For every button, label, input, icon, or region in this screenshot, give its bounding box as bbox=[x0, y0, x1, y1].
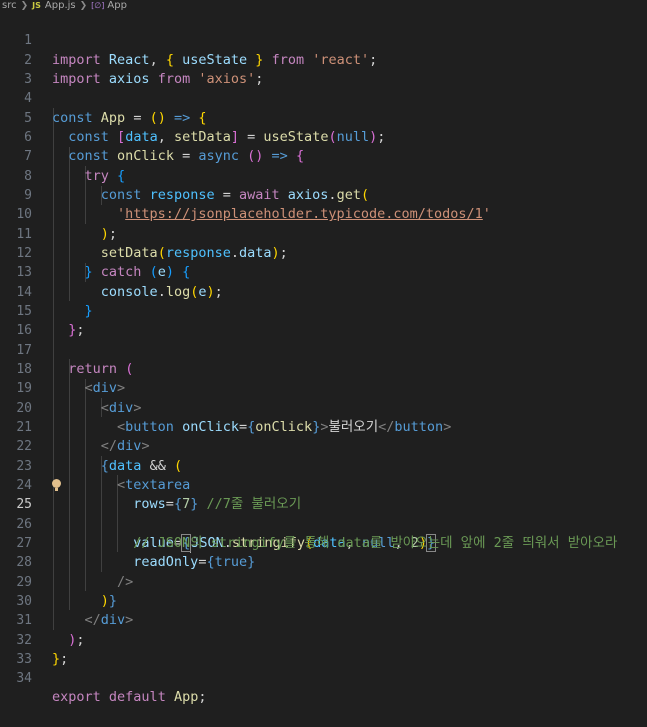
line-number: 34 bbox=[16, 671, 32, 687]
code-line[interactable]: 10 ); bbox=[0, 186, 647, 241]
code-line[interactable]: 17 return ( bbox=[0, 321, 647, 377]
variable-symbol-icon: [∅] bbox=[91, 1, 105, 10]
code-line[interactable]: 21 </div> bbox=[0, 399, 647, 454]
breadcrumb-folder[interactable]: src bbox=[2, 0, 17, 12]
code-line[interactable]: 27 readOnly={true} bbox=[0, 515, 647, 570]
code-line[interactable]: 6 const onClick = async () => { bbox=[0, 109, 647, 164]
code-line[interactable]: 8 const response = await axios.get( bbox=[0, 147, 647, 203]
code-line[interactable]: 13 console.log(e); bbox=[0, 244, 647, 299]
code-line[interactable]: 5 const [data, setData] = useState(null)… bbox=[0, 89, 647, 145]
breadcrumb-file[interactable]: App.js bbox=[45, 0, 76, 12]
code-line[interactable]: 4 const App = () => { bbox=[0, 70, 647, 125]
code-line[interactable]: 7 try { bbox=[0, 128, 647, 183]
code-line[interactable]: 11 setData(response.data); bbox=[0, 205, 647, 261]
code-line[interactable]: 22 {data && ( bbox=[0, 418, 647, 473]
code-line[interactable]: 28 /> bbox=[0, 534, 647, 589]
code-line[interactable]: 18 <div> bbox=[0, 341, 647, 396]
code-line[interactable]: 26 // JSON의 stringify를 통해 data를 받아오는데 앞에… bbox=[0, 495, 647, 551]
code-line[interactable]: 19 <div> bbox=[0, 360, 647, 415]
code-line[interactable]: 20 <button onClick={onClick}>불러오기</butto… bbox=[0, 379, 647, 435]
code-line[interactable]: 9 'https://jsonplaceholder.typicode.com/… bbox=[0, 167, 647, 222]
code-line[interactable]: 12 } catch (e) { bbox=[0, 225, 647, 280]
code-editor[interactable]: 1 import React, { useState } from 'react… bbox=[0, 12, 647, 705]
code-line[interactable]: 1 import React, { useState } from 'react… bbox=[0, 12, 647, 67]
javascript-file-icon: JS bbox=[32, 1, 41, 10]
code-line[interactable]: 34 export default App; bbox=[0, 650, 647, 705]
code-line[interactable]: 24 rows={7} //7줄 불러오기 bbox=[0, 457, 647, 512]
code-line[interactable]: 16 bbox=[0, 302, 647, 338]
code-line[interactable]: 31 ); bbox=[0, 592, 647, 647]
breadcrumb: src ❯ JS App.js ❯ [∅] App bbox=[0, 0, 647, 12]
code-line[interactable]: 33 bbox=[0, 631, 647, 667]
code-text: export default App; bbox=[52, 689, 207, 706]
chevron-right-icon: ❯ bbox=[20, 1, 29, 11]
code-line[interactable]: 29 )} bbox=[0, 553, 647, 609]
breadcrumb-symbol[interactable]: App bbox=[107, 0, 127, 12]
code-line[interactable]: 30 </div> bbox=[0, 573, 647, 628]
code-line[interactable]: 15 }; bbox=[0, 283, 647, 338]
chevron-right-icon: ❯ bbox=[79, 1, 88, 11]
code-line-active[interactable]: 25 value={​JSON.stringify(data, null, 2)… bbox=[0, 476, 647, 554]
code-line[interactable]: 3 bbox=[0, 51, 647, 87]
lightbulb-icon[interactable] bbox=[52, 478, 61, 491]
code-line[interactable]: 14 } bbox=[0, 263, 647, 319]
code-line[interactable]: 2 import axios from 'axios'; bbox=[0, 31, 647, 87]
code-line[interactable]: 23 <textarea bbox=[0, 437, 647, 493]
code-line[interactable]: 32 }; bbox=[0, 611, 647, 667]
